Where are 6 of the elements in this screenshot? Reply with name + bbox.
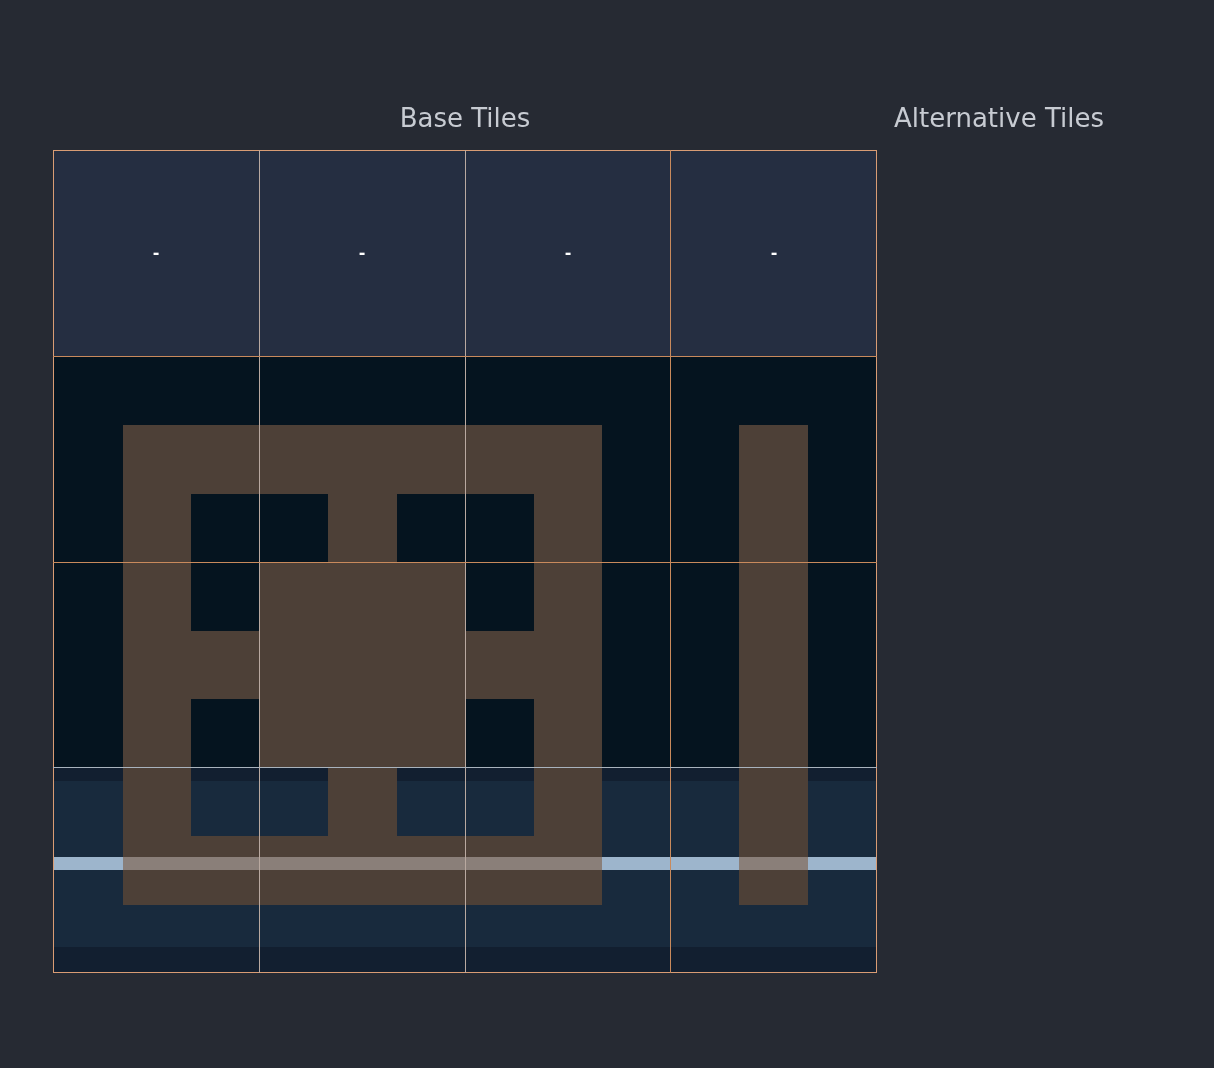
tile-label: -	[770, 245, 778, 261]
alternative-tiles-heading: Alternative Tiles	[894, 102, 1104, 135]
tile-label: -	[358, 245, 366, 261]
tile-label: -	[564, 245, 572, 261]
tile-label: -	[152, 245, 160, 261]
base-tiles-heading: Base Tiles	[399, 102, 531, 135]
